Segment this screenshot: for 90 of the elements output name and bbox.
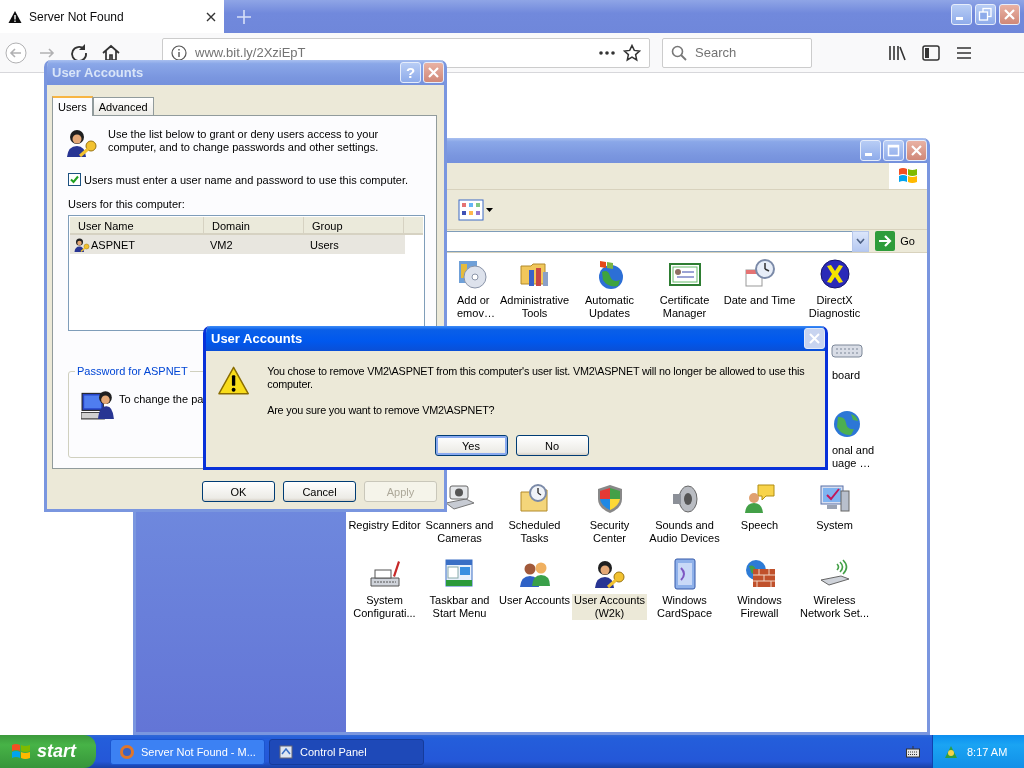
item-label[interactable]: System Configurati... [347,594,422,620]
search-field[interactable]: Search [662,37,812,68]
item-label[interactable]: Automatic Updates [572,294,647,320]
warning-icon [8,9,22,24]
browser-tab[interactable]: Server Not Found [0,0,224,33]
maximize-icon [885,142,902,159]
dialog-button[interactable]: Cancel [283,481,356,502]
table-cell: ASPNET [91,238,135,251]
taskbar-button[interactable]: Server Not Found - M... [110,738,265,765]
column-header[interactable]: Domain [204,217,304,233]
table-cell-text: VM2 [209,238,234,251]
info-icon[interactable] [171,44,187,61]
star-icon[interactable] [623,43,641,62]
library-icon[interactable] [888,44,906,61]
views-button[interactable] [458,198,493,221]
item-label[interactable]: Date and Time [722,294,797,307]
x-emblem-icon[interactable] [818,258,851,290]
item-label[interactable]: User Accounts (W2k) [572,594,647,620]
minimize-icon [865,153,872,156]
keyboard-icon[interactable] [906,745,920,758]
clock-text: 8:17 AM [967,745,1008,758]
warning-icon [218,365,250,397]
monitor-icon[interactable] [818,483,851,515]
close-button[interactable] [804,328,825,349]
list-row[interactable]: ASPNET VM2 Users [70,235,405,254]
dialog-button[interactable]: No [515,435,589,456]
panel-icon [278,743,294,760]
list-label: Users for this computer: [68,198,186,210]
checkbox[interactable] [68,173,81,186]
printer-pen-icon[interactable] [368,558,401,590]
user-key-icon[interactable] [593,558,626,590]
go-button[interactable]: Go [875,231,915,251]
item-label[interactable]: System [815,519,854,532]
users-key-icon [65,127,99,159]
checkbox-label[interactable]: Users must enter a user name and password to use this computer. [84,173,409,186]
brick-wall-icon[interactable] [743,558,776,590]
taskbar-button[interactable]: Control Panel [269,738,424,765]
caret-icon [486,207,493,212]
disc-icon[interactable] [456,258,488,290]
item-label[interactable]: User Accounts [498,594,571,607]
close-button[interactable] [906,140,927,161]
item-label[interactable]: Speech [739,519,780,532]
column-header[interactable]: Group [304,217,404,233]
dialog-button[interactable]: Yes [434,435,508,456]
folder-clock-icon[interactable] [518,483,551,515]
browser-icon [119,743,135,760]
table-cell-text: Users [309,238,340,251]
group-title: Password for ASPNET [75,365,190,377]
item-label[interactable]: Scheduled Tasks [497,519,572,545]
item-label[interactable]: Sounds and Audio Devices [647,519,722,545]
more-icon[interactable] [599,50,615,55]
chevron-icon [856,238,866,244]
item-label[interactable]: Wireless Network Set... [797,594,872,620]
item-label[interactable]: Certificate Manager [647,294,722,320]
close-button[interactable] [423,62,444,83]
close-icon[interactable] [206,11,216,22]
item-label[interactable]: Scanners and Cameras [422,519,497,545]
item-label[interactable]: Registry Editor [347,519,422,532]
speech-person-icon[interactable] [743,483,776,515]
password-text: To change the pa [119,393,204,405]
item-label[interactable]: Windows Firewall [722,594,797,620]
tab[interactable]: Advanced [92,97,154,115]
menu-icon[interactable] [956,45,972,60]
close-button[interactable] [999,4,1020,25]
item-label[interactable]: Taskbar and Start Menu [422,594,497,620]
item-label[interactable]: DirectX Diagnostic [797,294,872,320]
restore-icon [977,6,994,23]
message-text: You chose to remove VM2\ASPNET from this computer's user list. VM2\ASPNET will no longer be allowed to use this computer. [267,365,806,391]
item-label[interactable]: Security Center [572,519,647,545]
question-text: Are you sure you want to remove VM2\ASPNET? [267,404,496,417]
clock-calendar-icon[interactable] [743,258,776,290]
item-label[interactable]: Windows CardSpace [647,594,722,620]
sidebar-icon[interactable] [922,44,940,61]
views-icon [458,198,484,221]
minimize-icon [956,17,963,20]
taskbar-window-icon[interactable] [443,558,476,590]
user-list[interactable]: User Name Domain Group ASPNET VM2 Users [68,215,425,331]
user-icon [74,236,90,253]
globe-icon[interactable] [831,408,863,440]
dialog-button[interactable]: OK [202,481,275,502]
tab[interactable]: Users [52,96,93,116]
item-label[interactable]: Add or emov… [456,294,496,320]
item-label[interactable]: board [831,369,862,382]
window-title: User Accounts [52,65,145,80]
item-label[interactable]: Administrative Tools [497,294,572,320]
window-title: User Accounts [211,331,304,346]
column-header[interactable]: User Name [70,217,204,233]
intro-text: Use the list below to grant or deny users access to your computer, and to change passwords and other settings. [108,128,380,154]
dropdown-button[interactable] [852,230,870,252]
item-label[interactable]: onal and uage … [831,444,876,470]
